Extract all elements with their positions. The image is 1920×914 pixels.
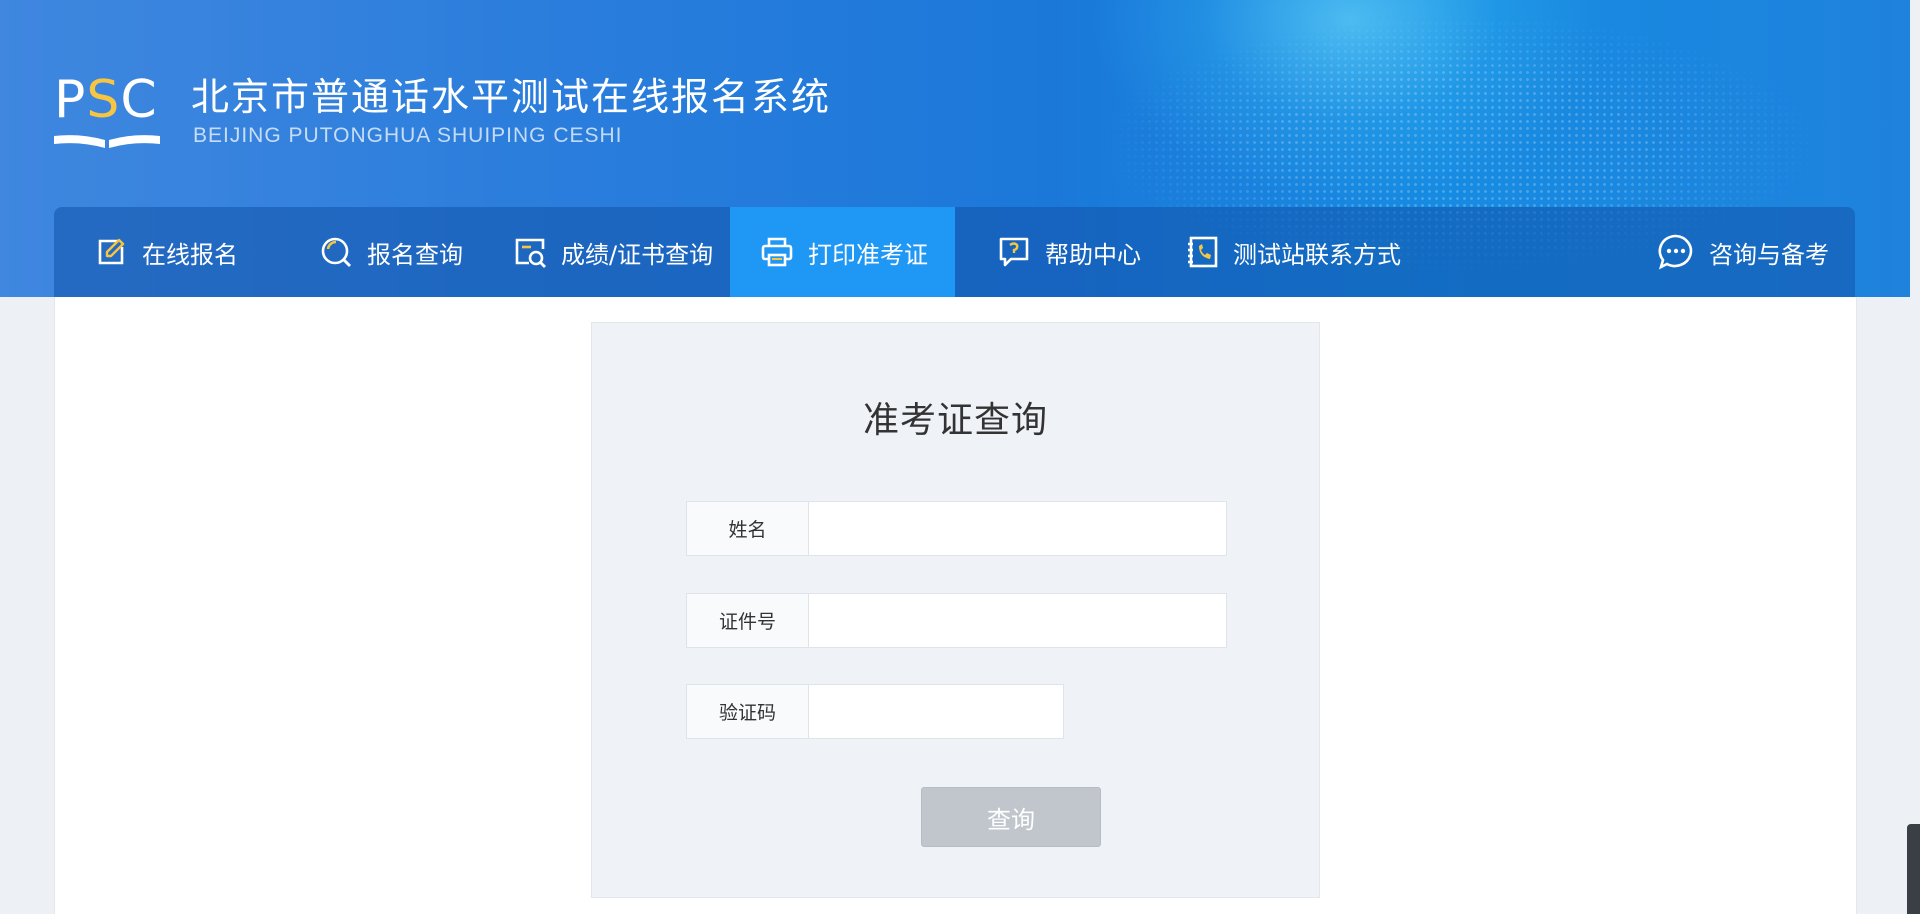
page-title: 准考证查询 bbox=[862, 400, 1048, 441]
name-label: 姓名 bbox=[686, 501, 808, 556]
help-icon bbox=[999, 237, 1029, 267]
main-nav: 在线报名 报名查询 成绩/证书查询 打印准考证 帮助中心 测试站联系方式 咨询与… bbox=[54, 207, 1855, 297]
nav-item-consulting-preparation[interactable]: 咨询与备考 bbox=[1657, 207, 1837, 297]
nav-item-print-admission-ticket[interactable]: 打印准考证 bbox=[730, 207, 955, 297]
nav-item-registration-query[interactable]: 报名查询 bbox=[319, 207, 489, 297]
nav-item-help-center[interactable]: 帮助中心 bbox=[997, 207, 1167, 297]
book-icon bbox=[54, 135, 160, 148]
nav-item-test-station-contacts[interactable]: 测试站联系方式 bbox=[1185, 207, 1415, 297]
nav-label: 在线报名 bbox=[142, 240, 238, 269]
nav-label: 咨询与备考 bbox=[1709, 240, 1829, 269]
nav-label: 测试站联系方式 bbox=[1233, 240, 1401, 269]
query-button[interactable]: 查询 bbox=[921, 787, 1101, 847]
nav-item-online-registration[interactable]: 在线报名 bbox=[94, 207, 274, 297]
admission-ticket-query-card: 准考证查询 姓名 证件号 验证码 查询 bbox=[591, 322, 1320, 898]
certificate-search-icon bbox=[515, 238, 546, 268]
scrollbar-thumb[interactable] bbox=[1907, 824, 1920, 914]
captcha-row: 验证码 bbox=[686, 684, 1064, 739]
id-number-row: 证件号 bbox=[686, 593, 1227, 648]
main-panel: 准考证查询 姓名 证件号 验证码 查询 bbox=[54, 297, 1857, 914]
printer-icon bbox=[761, 237, 793, 267]
captcha-input[interactable] bbox=[808, 684, 1064, 739]
name-row: 姓名 bbox=[686, 501, 1227, 556]
chat-icon bbox=[1658, 234, 1693, 270]
nav-label: 帮助中心 bbox=[1045, 240, 1141, 269]
search-icon bbox=[321, 237, 352, 268]
site-subtitle: BEIJING PUTONGHUA SHUIPING CESHI bbox=[193, 124, 623, 147]
site-title: 北京市普通话水平测试在线报名系统 bbox=[191, 75, 832, 119]
nav-label: 打印准考证 bbox=[808, 240, 928, 269]
nav-item-score-certificate-query[interactable]: 成绩/证书查询 bbox=[513, 207, 735, 297]
id-number-label: 证件号 bbox=[686, 593, 808, 648]
id-number-input[interactable] bbox=[808, 593, 1227, 648]
psc-logo: PSC bbox=[54, 70, 158, 130]
nav-label: 报名查询 bbox=[367, 240, 463, 269]
nav-label: 成绩/证书查询 bbox=[561, 240, 714, 269]
contact-book-icon bbox=[1188, 236, 1218, 268]
captcha-label: 验证码 bbox=[686, 684, 808, 739]
name-input[interactable] bbox=[808, 501, 1227, 556]
edit-icon bbox=[98, 238, 125, 265]
header-banner: PSC 北京市普通话水平测试在线报名系统 BEIJING PUTONGHUA S… bbox=[0, 0, 1910, 297]
